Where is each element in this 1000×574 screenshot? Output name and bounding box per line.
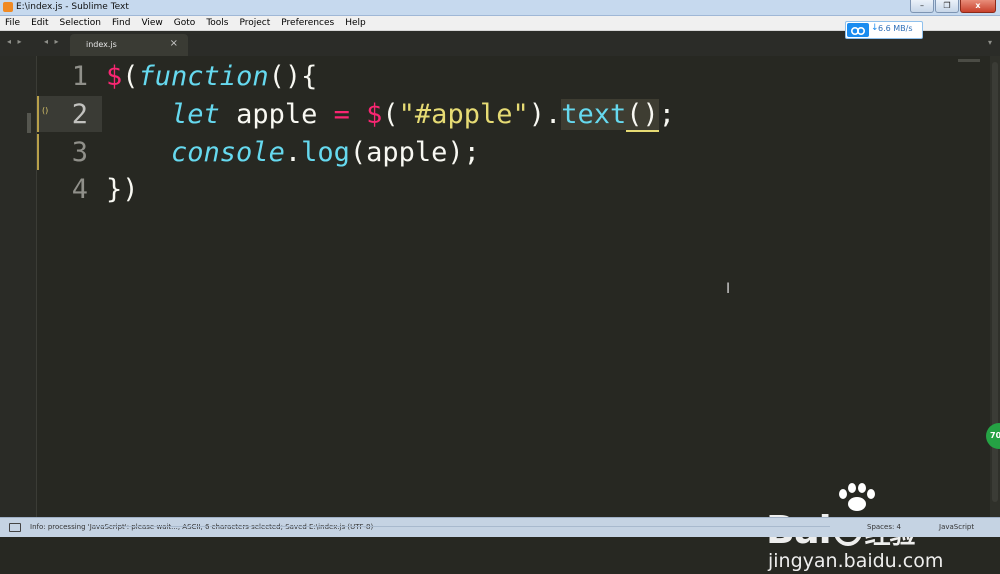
line-number: 4 bbox=[71, 174, 88, 205]
tab-label: index.js bbox=[86, 40, 117, 49]
code-token: (apple); bbox=[349, 137, 480, 168]
line-number: 2 bbox=[71, 99, 88, 130]
indentation-indicator[interactable]: Spaces: 4 bbox=[867, 523, 901, 531]
watermark-url: jingyan.baidu.com bbox=[768, 550, 944, 572]
status-divider bbox=[210, 526, 830, 527]
code-token: (){ bbox=[268, 61, 318, 92]
window-controls: – ❐ x bbox=[910, 0, 996, 13]
minimize-button[interactable]: – bbox=[910, 0, 934, 13]
code-token: $ bbox=[366, 99, 383, 130]
menu-tools[interactable]: Tools bbox=[201, 16, 234, 30]
code-token: "#apple" bbox=[398, 99, 529, 130]
menu-help[interactable]: Help bbox=[340, 16, 372, 30]
code-token: ( bbox=[122, 61, 139, 92]
editor-area[interactable]: () 1 2 3 4 $(function(){ let apple = $("… bbox=[0, 56, 1000, 572]
restore-button[interactable]: ❐ bbox=[935, 0, 959, 13]
code-token: $ bbox=[106, 61, 123, 92]
floating-widget-badge[interactable]: 70 bbox=[986, 423, 1000, 449]
cloud-icon bbox=[847, 23, 869, 37]
sidebar-nav-arrows[interactable]: ◂ ▸ bbox=[7, 37, 24, 46]
code-token: log bbox=[301, 137, 350, 168]
tab-index-js[interactable]: index.js × bbox=[70, 34, 188, 56]
menu-project[interactable]: Project bbox=[234, 16, 276, 30]
menu-view[interactable]: View bbox=[136, 16, 168, 30]
sublime-app-icon bbox=[3, 2, 13, 12]
code-token: }) bbox=[106, 174, 139, 205]
code-token: text bbox=[561, 99, 627, 130]
status-message: Info: processing 'JavaScript': please wa… bbox=[30, 523, 374, 531]
menu-goto[interactable]: Goto bbox=[169, 16, 202, 30]
close-button[interactable]: x bbox=[960, 0, 996, 13]
code-token: console bbox=[171, 137, 285, 168]
line-number-gutter[interactable]: 1 2 3 4 bbox=[36, 56, 102, 517]
menu-find[interactable]: Find bbox=[107, 16, 136, 30]
syntax-selector[interactable]: JavaScript bbox=[939, 523, 974, 531]
download-speed-badge[interactable]: ↓ 6.6 MB/s bbox=[845, 21, 923, 39]
scroll-position-mark bbox=[27, 113, 31, 133]
code-token: () bbox=[626, 99, 659, 132]
window-title: E:\index.js - Sublime Text bbox=[16, 2, 129, 12]
minimap-viewport[interactable] bbox=[958, 59, 980, 62]
code-token: ; bbox=[658, 99, 676, 130]
menu-preferences[interactable]: Preferences bbox=[276, 16, 340, 30]
code-token: function bbox=[138, 61, 269, 92]
code-line[interactable]: let apple = $("#apple").text(); bbox=[106, 96, 675, 134]
code-token: ). bbox=[528, 99, 562, 130]
code-line[interactable]: console.log(apple); bbox=[106, 134, 480, 172]
code-token: . bbox=[284, 137, 302, 168]
menu-file[interactable]: File bbox=[0, 16, 26, 30]
code-token: = bbox=[333, 99, 350, 130]
menu-selection[interactable]: Selection bbox=[55, 16, 107, 30]
status-bar: Info: processing 'JavaScript': please wa… bbox=[0, 517, 1000, 537]
line-number: 3 bbox=[71, 137, 88, 168]
line-number: 1 bbox=[71, 61, 88, 92]
menu-edit[interactable]: Edit bbox=[26, 16, 54, 30]
code-token: let bbox=[171, 99, 220, 130]
code-token: ( bbox=[382, 99, 399, 130]
tab-nav-arrows[interactable]: ◂ ▸ bbox=[44, 37, 61, 46]
tab-close-icon[interactable]: × bbox=[170, 38, 178, 49]
panel-toggle-icon[interactable] bbox=[9, 523, 21, 532]
code-line[interactable]: }) bbox=[106, 171, 139, 209]
code-text[interactable]: $(function(){ let apple = $("#apple").te… bbox=[106, 56, 966, 517]
status-divider bbox=[92, 526, 207, 527]
code-token: apple bbox=[219, 99, 334, 130]
title-bar: E:\index.js - Sublime Text – ❐ x bbox=[0, 0, 1000, 16]
text-cursor-icon: I bbox=[726, 281, 731, 297]
download-speed: 6.6 MB/s bbox=[878, 24, 913, 33]
code-line[interactable]: $(function(){ bbox=[106, 58, 317, 96]
tab-menu-chevron-icon[interactable]: ▾ bbox=[988, 38, 992, 47]
